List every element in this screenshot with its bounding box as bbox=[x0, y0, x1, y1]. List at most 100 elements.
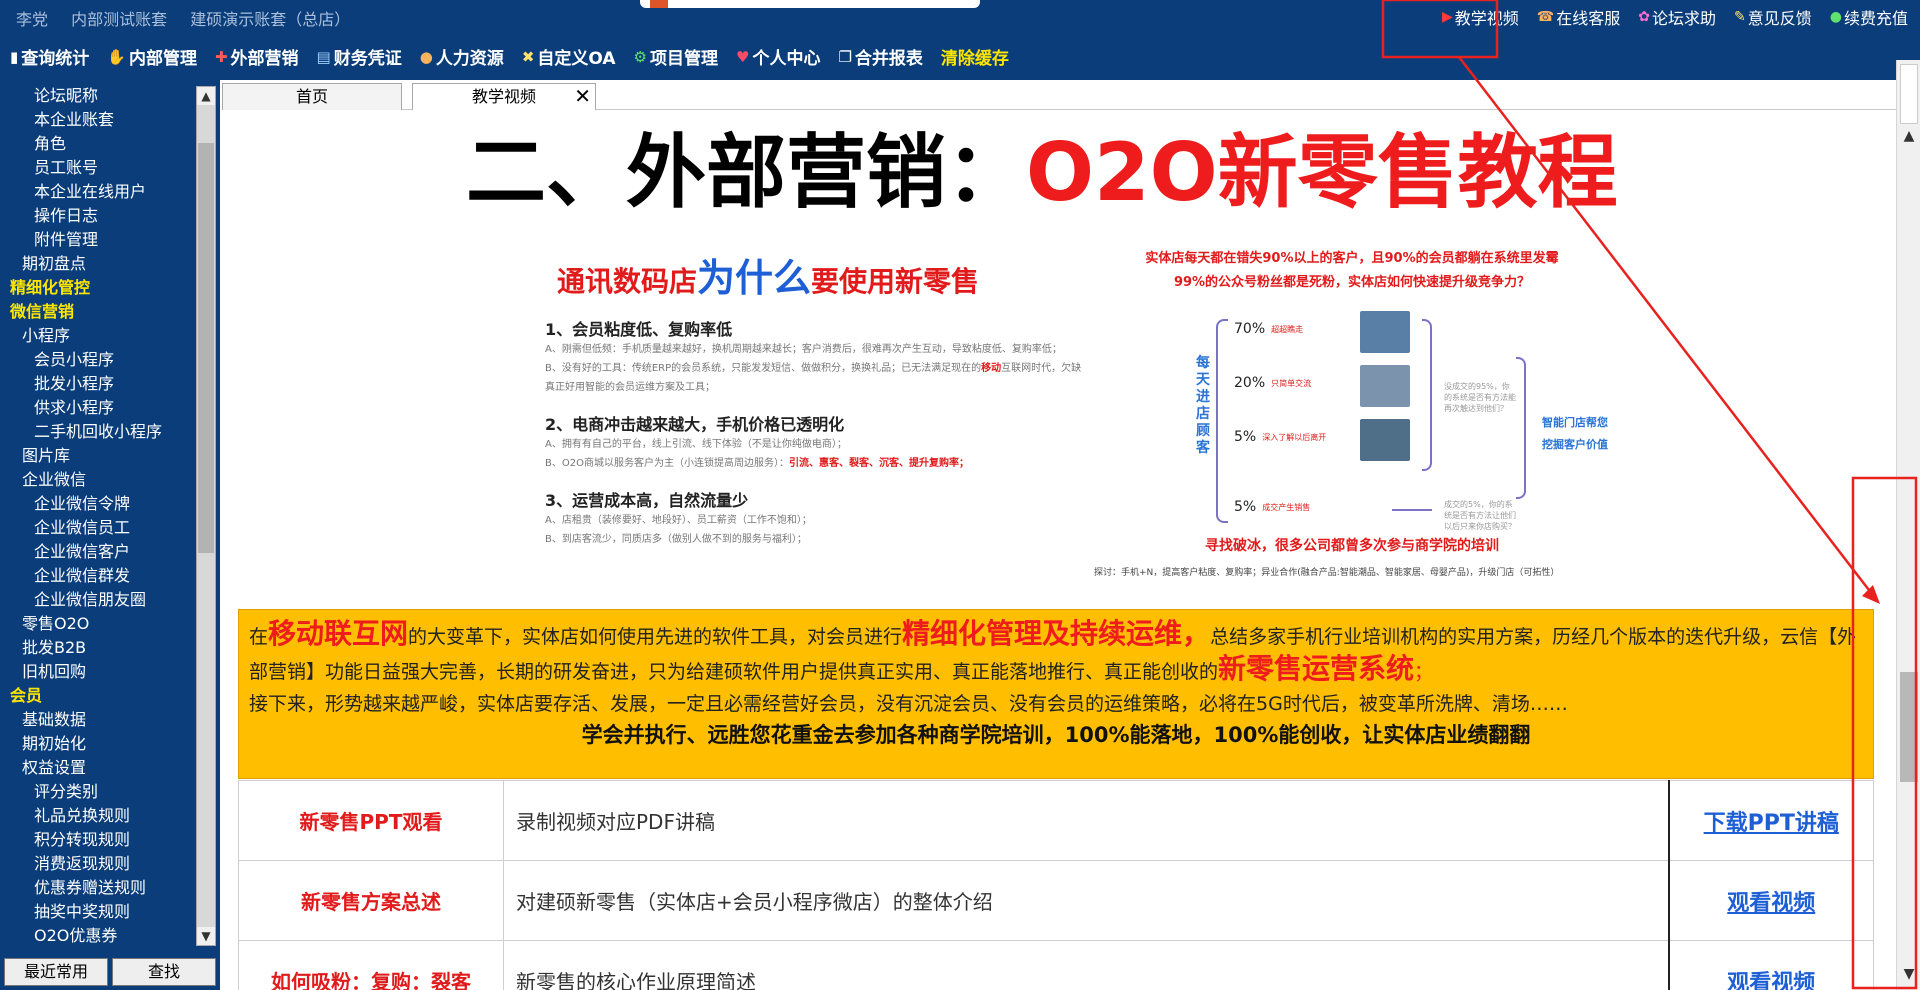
online-service-link[interactable]: ☎ 在线客服 bbox=[1537, 4, 1620, 30]
sidebar-item[interactable]: 小程序 bbox=[0, 324, 194, 348]
account-user[interactable]: 李党 bbox=[16, 10, 48, 29]
tab-teaching-video-label: 教学视频 bbox=[471, 87, 536, 106]
sidebar-item[interactable]: 企业微信员工 bbox=[0, 516, 194, 540]
app-window: 李党 内部测试账套 建硕演示账套（总店） ▶ 教学视频 ☎ 在线客服 ✿ 论坛求… bbox=[0, 0, 1920, 990]
sidebar-item[interactable]: 企业微信群发 bbox=[0, 564, 194, 588]
sidebar-item[interactable]: 二手机回收小程序 bbox=[0, 420, 194, 444]
sidebar-group[interactable]: 会员 bbox=[0, 684, 194, 708]
recent-used-button[interactable]: 最近常用 bbox=[4, 958, 108, 986]
content-scroll-thumb[interactable] bbox=[1900, 672, 1918, 782]
sidebar-group[interactable]: 微信营销 bbox=[0, 300, 194, 324]
sidebar-group[interactable]: 精细化管控 bbox=[0, 276, 194, 300]
sidebar-item[interactable]: 批发B2B bbox=[0, 636, 194, 660]
download-ppt-link[interactable]: 下载PPT讲稿 bbox=[1704, 811, 1839, 836]
content-area: 二、外部营销：O2O新零售教程 通讯数码店为什么要使用新零售 1、会员粘度低、复… bbox=[222, 111, 1896, 990]
nav-custom-oa-label: 自定义OA bbox=[537, 49, 616, 69]
funnel-pct: 20% bbox=[1234, 375, 1266, 391]
feedback-link[interactable]: ✎ 意见反馈 bbox=[1734, 4, 1812, 30]
nav-personal-center-label: 个人中心 bbox=[752, 49, 821, 69]
find-button[interactable]: 查找 bbox=[112, 958, 216, 986]
sidebar-item[interactable]: 期初盘点 bbox=[0, 252, 194, 276]
sidebar-item[interactable]: O2O优惠券 bbox=[0, 924, 194, 946]
utility-links: ▶ 教学视频 ☎ 在线客服 ✿ 论坛求助 ✎ 意见反馈 ● 续费充值 bbox=[1442, 4, 1908, 30]
sidebar-item[interactable]: 基础数据 bbox=[0, 708, 194, 732]
funnel-row: 5% 深入了解以后离开 bbox=[1234, 429, 1326, 445]
sidebar-scroll-thumb[interactable] bbox=[198, 143, 214, 553]
banner-highlight: 新零售运营系统 bbox=[1218, 652, 1415, 685]
tab-teaching-video[interactable]: 教学视频 ✕ bbox=[412, 83, 596, 110]
watch-video-link[interactable]: 观看视频 bbox=[1727, 891, 1815, 916]
sidebar-item[interactable]: 会员小程序 bbox=[0, 348, 194, 372]
banner-highlight: 移动联互网 bbox=[268, 617, 409, 650]
sidebar-item[interactable]: 附件管理 bbox=[0, 228, 194, 252]
banner-text: 在 bbox=[249, 626, 269, 648]
nav-project-mgmt[interactable]: ⚙ 项目管理 bbox=[634, 44, 718, 70]
sidebar-item[interactable]: 积分转现规则 bbox=[0, 828, 194, 852]
row-name: 如何吸粉：复购：裂客 bbox=[238, 940, 504, 990]
page-title-red: O2O新零售教程 bbox=[1026, 126, 1618, 219]
sidebar-item[interactable]: 本企业账套 bbox=[0, 108, 194, 132]
teaching-video-link[interactable]: ▶ 教学视频 bbox=[1442, 4, 1519, 30]
account-test[interactable]: 内部测试账套 bbox=[71, 10, 167, 29]
slide-left-title-c: 要使用新零售 bbox=[811, 265, 980, 298]
close-icon[interactable]: ✕ bbox=[574, 84, 591, 108]
scroll-down-icon[interactable]: ▼ bbox=[197, 927, 215, 945]
account-demo[interactable]: 建硕演示账套（总店） bbox=[190, 10, 350, 29]
clear-cache-button[interactable]: 清除缓存 bbox=[941, 44, 1009, 69]
scroll-down-icon[interactable]: ▼ bbox=[1899, 962, 1919, 986]
sidebar-item[interactable]: 企业微信 bbox=[0, 468, 194, 492]
sidebar-item[interactable]: 旧机回购 bbox=[0, 660, 194, 684]
sidebar-item[interactable]: 企业微信朋友圈 bbox=[0, 588, 194, 612]
sidebar-item[interactable]: 本企业在线用户 bbox=[0, 180, 194, 204]
nav-finance-voucher[interactable]: ▤ 财务凭证 bbox=[317, 44, 402, 70]
nav-internal-mgmt[interactable]: ✋ 内部管理 bbox=[107, 44, 197, 70]
sidebar-item[interactable]: 企业微信客户 bbox=[0, 540, 194, 564]
nav-hr-label: 人力资源 bbox=[435, 49, 504, 69]
sidebar-item[interactable]: 权益设置 bbox=[0, 756, 194, 780]
sidebar-item[interactable]: 操作日志 bbox=[0, 204, 194, 228]
feedback-label: 意见反馈 bbox=[1747, 9, 1812, 28]
sidebar-item[interactable]: 期初始化 bbox=[0, 732, 194, 756]
nav-query-stats[interactable]: ▮ 查询统计 bbox=[10, 44, 90, 70]
sidebar-item[interactable]: 论坛昵称 bbox=[0, 84, 194, 108]
tab-home[interactable]: 首页 bbox=[222, 83, 402, 110]
sidebar-item[interactable]: 企业微信令牌 bbox=[0, 492, 194, 516]
right-brace-outer bbox=[1516, 357, 1526, 499]
sidebar-item[interactable]: 员工账号 bbox=[0, 156, 194, 180]
slide-right-foot: 探讨：手机+N，提高客户粘度、复购率；异业合作(融合产品:智能潮品、智能家居、母… bbox=[1094, 568, 1560, 578]
row-desc: 对建硕新零售（实体店+会员小程序微店）的整体介绍 bbox=[503, 860, 1669, 941]
scroll-up-icon[interactable]: ▲ bbox=[1899, 124, 1919, 148]
sidebar-scrollbar[interactable]: ▲ ▼ bbox=[196, 86, 216, 946]
renew-label: 续费充值 bbox=[1843, 9, 1908, 28]
sidebar-item[interactable]: 优惠券赠送规则 bbox=[0, 876, 194, 900]
row-desc: 录制视频对应PDF讲稿 bbox=[503, 780, 1669, 861]
sidebar-item[interactable]: 角色 bbox=[0, 132, 194, 156]
sidebar-item[interactable]: 消费返现规则 bbox=[0, 852, 194, 876]
slide-left-title: 通讯数码店为什么要使用新零售 bbox=[545, 247, 1085, 302]
funnel-row: 20% 只简单交流 bbox=[1234, 375, 1311, 391]
sidebar-item[interactable]: 评分类别 bbox=[0, 780, 194, 804]
nav-custom-oa[interactable]: ✖ 自定义OA bbox=[522, 44, 616, 70]
sidebar-item[interactable]: 抽奖中奖规则 bbox=[0, 900, 194, 924]
sidebar-item[interactable]: 礼品兑换规则 bbox=[0, 804, 194, 828]
forum-help-link[interactable]: ✿ 论坛求助 bbox=[1638, 4, 1716, 30]
watch-video-link[interactable]: 观看视频 bbox=[1727, 971, 1815, 990]
nav-query-stats-label: 查询统计 bbox=[21, 49, 90, 69]
renew-link[interactable]: ● 续费充值 bbox=[1830, 4, 1908, 30]
funnel-label: 只简单交流 bbox=[1271, 378, 1312, 388]
sidebar-item[interactable]: 批发小程序 bbox=[0, 372, 194, 396]
sidebar-item[interactable]: 零售O2O bbox=[0, 612, 194, 636]
content-scrollbar[interactable]: ▲ ▼ bbox=[1896, 60, 1920, 990]
funnel-note-1: 没成交的95%，你的系统是否有方法能再次触达到他们？ bbox=[1444, 382, 1516, 413]
sidebar-item[interactable]: 供求小程序 bbox=[0, 396, 194, 420]
person-icon: ● bbox=[419, 47, 433, 66]
nav-personal-center[interactable]: ♥ 个人中心 bbox=[736, 44, 821, 70]
scroll-up-icon[interactable]: ▲ bbox=[197, 87, 215, 105]
page-title-black: 二、外部营销： bbox=[466, 126, 1026, 219]
nav-merged-report[interactable]: ❐ 合并报表 bbox=[838, 44, 922, 70]
sidebar-item[interactable]: 图片库 bbox=[0, 444, 194, 468]
slide-point-1: 1、会员粘度低、复购率低 bbox=[545, 320, 733, 339]
slide-right-head-1: 实体店每天都在错失90%以上的客户，且90%的会员都躺在系统里发霉 bbox=[1145, 251, 1559, 266]
nav-hr[interactable]: ● 人力资源 bbox=[419, 44, 504, 70]
nav-external-marketing[interactable]: ✚ 外部营销 bbox=[215, 44, 299, 70]
